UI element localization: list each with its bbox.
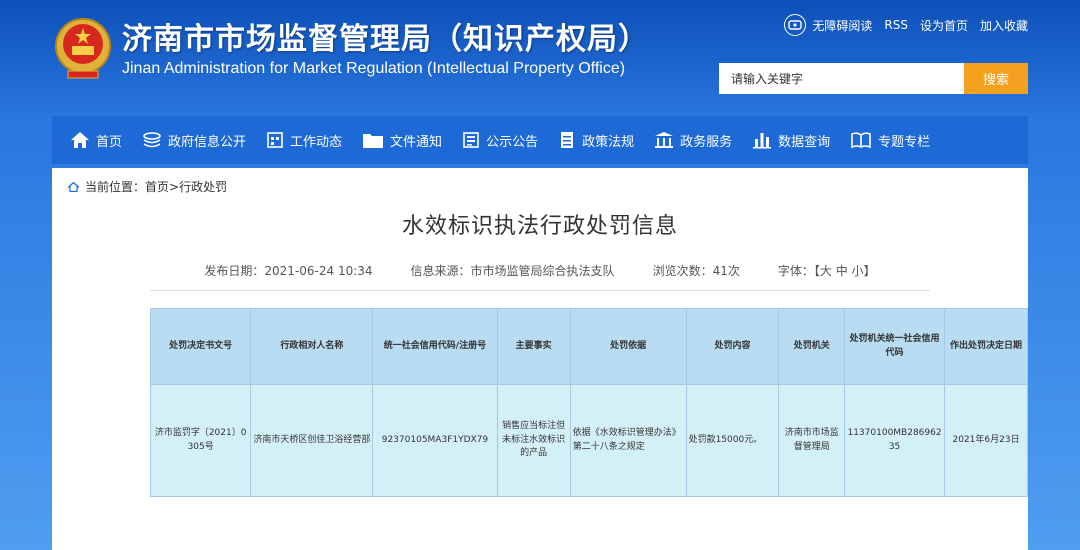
article-meta: 发布日期：2021-06-24 10:34 信息来源：市市场监管局综合执法支队 … xyxy=(52,262,1028,279)
publish-date: 发布日期：2021-06-24 10:34 xyxy=(204,264,373,278)
penalty-table: 处罚决定书文号 行政相对人名称 统一社会信用代码/注册号 主要事实 处罚依据 处… xyxy=(149,308,1028,497)
national-emblem-icon xyxy=(55,18,111,79)
table-header-cell: 处罚依据 xyxy=(569,308,687,385)
set-homepage-link[interactable]: 设为首页 xyxy=(920,17,968,34)
page-title: 水效标识执法行政处罚信息 xyxy=(401,214,678,239)
table-header-cell: 行政相对人名称 xyxy=(250,308,374,385)
penalty-table-wrap: 处罚决定书文号 行政相对人名称 统一社会信用代码/注册号 主要事实 处罚依据 处… xyxy=(149,308,1028,497)
document-icon xyxy=(561,132,574,148)
view-count: 浏览次数：41次 xyxy=(652,264,740,278)
nav-item-gov-service[interactable]: 政务服务 xyxy=(644,116,742,164)
nav-item-home[interactable]: 首页 xyxy=(52,116,132,164)
building-icon xyxy=(655,132,674,148)
accessibility-icon[interactable] xyxy=(784,14,807,36)
folder-icon xyxy=(363,134,384,148)
table-header-row: 处罚决定书文号 行政相对人名称 统一社会信用代码/注册号 主要事实 处罚依据 处… xyxy=(149,308,1028,385)
info-source: 信息来源：市市场监管局综合执法支队 xyxy=(410,264,615,278)
font-size-label: 字体：【 xyxy=(777,264,820,278)
site-title: 济南市市场监督管理局（知识产权局） xyxy=(122,22,649,57)
table-header-cell: 主要事实 xyxy=(496,308,571,385)
table-cell-authority-code: 11370100MB28696235 xyxy=(844,384,946,497)
font-large-button[interactable]: 大 xyxy=(820,264,832,278)
calendar-icon xyxy=(267,132,283,148)
nav-item-public-notice[interactable]: 公示公告 xyxy=(452,116,548,164)
main-nav: 首页 政府信息公开 工作动态 文件通知 公示公告 政策法规 政务服务 数据查询 … xyxy=(52,116,1028,164)
nav-item-label: 首页 xyxy=(96,134,123,150)
search-button[interactable]: 搜索 xyxy=(964,63,1028,94)
font-size-end: 】 xyxy=(863,264,876,278)
table-cell-main-facts: 销售应当标注但未标注水效标识的产品 xyxy=(496,384,571,497)
nav-item-label: 专题专栏 xyxy=(878,134,931,150)
stack-icon xyxy=(143,132,161,148)
divider xyxy=(150,290,930,291)
book-icon xyxy=(851,132,871,149)
nav-item-label: 文件通知 xyxy=(390,134,443,150)
nav-item-label: 数据查询 xyxy=(778,134,831,150)
font-size-control: 字体：【大 中 小】 xyxy=(778,262,876,279)
breadcrumb: 当前位置： 首页>行政处罚 xyxy=(68,178,227,195)
breadcrumb-prefix: 当前位置： xyxy=(85,180,146,194)
add-favorite-link[interactable]: 加入收藏 xyxy=(980,17,1028,34)
bar-chart-icon xyxy=(753,133,772,149)
table-cell-legal-basis: 依据《水效标识管理办法》第二十八条之规定 xyxy=(569,384,687,497)
rss-link[interactable]: RSS xyxy=(884,18,908,32)
table-header-cell: 作出处罚决定日期 xyxy=(944,308,1028,385)
table-cell-party-name: 济南市天桥区创佳卫浴经营部 xyxy=(250,384,374,497)
nav-item-work-news[interactable]: 工作动态 xyxy=(256,116,352,164)
site-title-english: Jinan Administration for Market Regulati… xyxy=(122,60,626,77)
search-input[interactable] xyxy=(719,63,964,94)
font-medium-button[interactable]: 中 xyxy=(836,264,848,278)
table-header-cell: 统一社会信用代码/注册号 xyxy=(372,308,498,385)
notice-icon xyxy=(463,132,479,148)
table-header-cell: 处罚机关 xyxy=(778,308,846,385)
site-header: 济南市市场监督管理局（知识产权局） Jinan Administration f… xyxy=(0,0,1080,112)
table-header-cell: 处罚内容 xyxy=(685,308,780,385)
table-cell-penalty-content: 处罚款15000元。 xyxy=(685,384,780,497)
nav-item-policy[interactable]: 政策法规 xyxy=(548,116,644,164)
content-panel: 当前位置： 首页>行政处罚 水效标识执法行政处罚信息 发布日期：2021-06-… xyxy=(52,168,1028,550)
nav-item-data-query[interactable]: 数据查询 xyxy=(742,116,840,164)
nav-item-label: 政务服务 xyxy=(680,134,733,150)
table-cell-credit-code: 92370105MA3F1YDX79 xyxy=(372,384,498,497)
font-small-button[interactable]: 小 xyxy=(852,264,864,278)
table-cell-decision-date: 2021年6月23日 xyxy=(944,384,1028,497)
nav-item-label: 政策法规 xyxy=(582,134,635,150)
table-header-cell: 处罚机关统一社会信用代码 xyxy=(844,308,946,385)
nav-item-label: 政府信息公开 xyxy=(168,134,247,150)
nav-item-gov-info[interactable]: 政府信息公开 xyxy=(132,116,256,164)
table-cell-decision-number: 济市监罚字〔2021〕0305号 xyxy=(149,384,252,497)
nav-item-special-topic[interactable]: 专题专栏 xyxy=(840,116,940,164)
accessible-reading-link[interactable]: 无障碍阅读 xyxy=(812,17,872,34)
table-header-cell: 处罚决定书文号 xyxy=(149,308,252,385)
nav-item-label: 公示公告 xyxy=(486,134,539,150)
table-cell-authority: 济南市市场监督管理局 xyxy=(778,384,846,497)
home-small-icon xyxy=(68,181,79,192)
nav-item-file-notice[interactable]: 文件通知 xyxy=(352,116,452,164)
home-icon xyxy=(71,132,89,148)
nav-item-label: 工作动态 xyxy=(290,134,343,150)
breadcrumb-path[interactable]: 首页>行政处罚 xyxy=(145,178,227,195)
table-row: 济市监罚字〔2021〕0305号 济南市天桥区创佳卫浴经营部 92370105M… xyxy=(149,384,1028,497)
top-links: 无障碍阅读 RSS 设为首页 加入收藏 xyxy=(784,14,1028,36)
